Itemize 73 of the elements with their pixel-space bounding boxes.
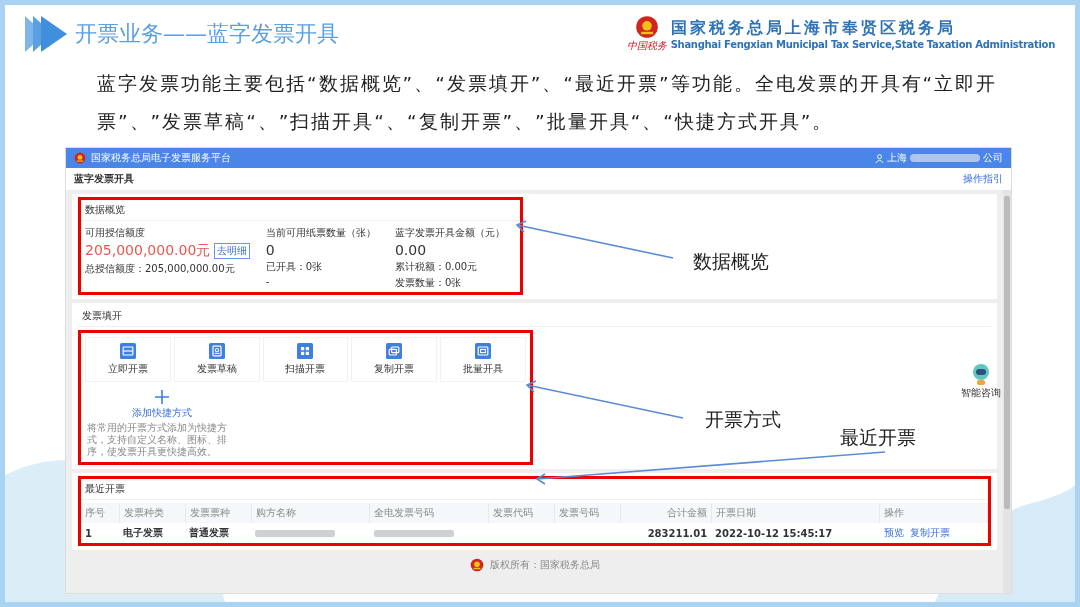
- stat-detail: 累计税额：0.00元: [394, 260, 479, 274]
- stat-detail: -: [265, 276, 271, 287]
- method-tile[interactable]: 发票草稿: [173, 337, 260, 382]
- form-icon: [119, 343, 136, 359]
- footer-text: 版权所有：国家税务总局: [489, 558, 600, 572]
- add-shortcut-link[interactable]: 添加快捷方式: [132, 406, 192, 420]
- page-title: 蓝字发票开具: [74, 172, 134, 186]
- method-tile[interactable]: 扫描开票: [262, 337, 349, 382]
- assistant-label[interactable]: 智能咨询: [961, 386, 1001, 400]
- method-label: 扫描开票: [285, 362, 326, 376]
- section-title: 数据概览: [81, 200, 520, 221]
- method-tile[interactable]: 批量开具: [440, 337, 526, 382]
- column-header: 序号: [81, 503, 120, 523]
- column-header: 发票票种: [185, 503, 252, 523]
- table-cell: 电子发票: [119, 523, 186, 543]
- stack-icon: [475, 343, 492, 359]
- emblem-icon: [634, 15, 659, 39]
- table-cell: 2022-10-12 15:45:17: [711, 523, 880, 543]
- detail-tag[interactable]: 去明细: [214, 243, 251, 259]
- scrollbar[interactable]: [1003, 190, 1011, 593]
- section-title: 最近开票: [81, 479, 988, 500]
- stat-label: 可用授信额度: [85, 226, 146, 240]
- section-title: 发票填开: [78, 306, 991, 327]
- grid-icon: [297, 343, 314, 359]
- column-header: 开票日期: [711, 503, 880, 523]
- action-link[interactable]: 预览: [883, 527, 904, 538]
- method-label: 复制开票: [374, 362, 415, 376]
- stat-label: 蓝字发票开具金额（元）: [394, 226, 506, 240]
- user-name: 公司: [983, 151, 1003, 165]
- user-icon: [875, 153, 884, 163]
- column-header: 全电发票号码: [369, 503, 489, 523]
- stat-label: 当前可用纸票数量（张）: [265, 226, 377, 240]
- platform-title: 国家税务总局电子发票服务平台: [91, 151, 231, 165]
- redacted-text: [910, 154, 980, 162]
- annotation-label: 最近开票: [840, 425, 916, 450]
- table-cell: 283211.01: [620, 523, 712, 543]
- slide-title: 开票业务——蓝字发票开具: [75, 20, 339, 48]
- emblem-icon: [469, 558, 484, 572]
- method-tile[interactable]: 立即开票: [85, 337, 171, 382]
- description-paragraph: 蓝字发票功能主要包括“数据概览”、“发票填开”、“最近开票”等功能。全电发票的开具有“立即开票”、”发票草稿“、”扫描开具“、“复制开票”、”批量开具“、“快捷方式开具”。: [97, 72, 999, 134]
- annotation-label: 数据概览: [693, 249, 769, 274]
- column-header: 发票号码: [554, 503, 621, 523]
- guide-link[interactable]: 操作指引: [963, 172, 1003, 186]
- document-icon: [208, 343, 225, 359]
- seal-text: 中国税务: [626, 39, 667, 53]
- chevron-icon: [23, 14, 69, 54]
- robot-icon[interactable]: [970, 362, 992, 386]
- action-link[interactable]: 复制开票: [909, 527, 950, 538]
- emblem-icon: [74, 152, 86, 164]
- user-name: 上海: [887, 151, 907, 165]
- shortcut-description: 将常用的开票方式添加为快捷方式，支持自定义名称、图标、排序，使发票开具更快捷高效。: [87, 422, 228, 458]
- table-cell: 1: [81, 523, 120, 543]
- column-header: 购方名称: [251, 503, 370, 523]
- column-header: 发票种类: [119, 503, 186, 523]
- plus-icon[interactable]: [155, 390, 169, 404]
- method-label: 立即开票: [107, 362, 148, 376]
- stat-detail: 总授信额度：205,000,000.00元: [85, 262, 236, 276]
- organization-name-english: Shanghai Fengxian Municipal Tax Service,State Taxation Administration: [670, 39, 1055, 50]
- organization-name: 国家税务总局上海市奉贤区税务局: [670, 18, 957, 39]
- table-cell: 普通发票: [185, 523, 252, 543]
- column-header: 操作: [879, 503, 988, 523]
- copy-icon: [386, 343, 403, 359]
- method-label: 批量开具: [463, 362, 504, 376]
- method-tile[interactable]: 复制开票: [351, 337, 438, 382]
- method-label: 发票草稿: [196, 362, 237, 376]
- stat-value: 205,000,000.00元: [85, 242, 211, 260]
- column-header: 合计金额: [620, 503, 712, 523]
- annotation-label: 开票方式: [705, 407, 781, 432]
- stat-value: 0: [265, 242, 275, 258]
- stat-detail: 已开具：0张: [265, 260, 324, 274]
- column-header: 发票代码: [488, 503, 555, 523]
- stat-detail: 发票数量：0张: [394, 276, 463, 290]
- stat-value: 0.00: [394, 242, 427, 258]
